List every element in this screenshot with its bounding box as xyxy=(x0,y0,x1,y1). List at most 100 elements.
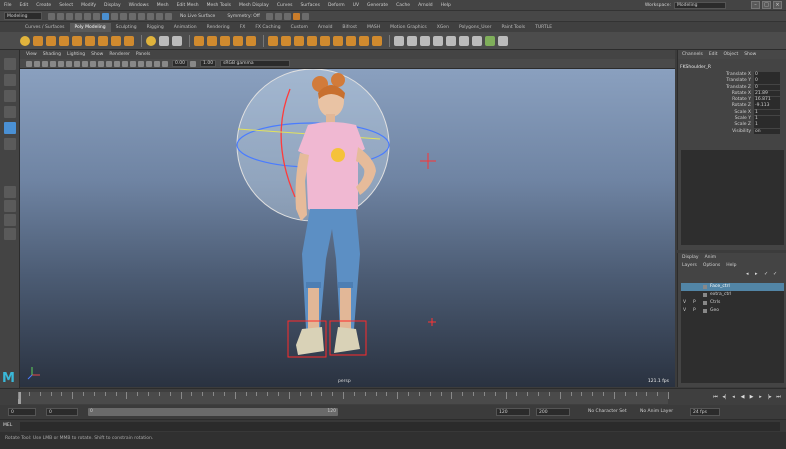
uv-editor-icon[interactable] xyxy=(407,35,417,46)
type-tool-icon[interactable] xyxy=(159,35,169,46)
menu-modify[interactable]: Modify xyxy=(81,3,96,8)
channel-value[interactable]: 1 xyxy=(754,116,780,122)
layer-row[interactable]: Face_ctrl xyxy=(681,283,784,291)
select-object-icon[interactable] xyxy=(102,12,109,20)
step-back-frame-icon[interactable]: ◂ xyxy=(730,394,737,401)
gamma-icon[interactable] xyxy=(190,60,197,67)
select-tool-icon[interactable] xyxy=(4,58,16,70)
menu-edit[interactable]: Edit xyxy=(20,3,29,8)
four-view-icon[interactable] xyxy=(4,200,16,212)
snap-grid-icon[interactable] xyxy=(129,12,136,20)
workspace-select[interactable]: Modeling xyxy=(674,2,726,9)
shelf-tab-arnold[interactable]: Arnold xyxy=(313,23,338,32)
delete-history-icon[interactable] xyxy=(498,35,508,46)
panel-menu-shading[interactable]: Shading xyxy=(43,52,61,57)
layer-visibility[interactable]: V xyxy=(683,307,686,315)
panel-menu-renderer[interactable]: Renderer xyxy=(109,52,130,57)
layer-color-swatch[interactable] xyxy=(703,285,707,289)
shelf-tab-sculpting[interactable]: Sculpting xyxy=(111,23,142,32)
menu-generate[interactable]: Generate xyxy=(367,3,388,8)
render-icon[interactable] xyxy=(274,12,282,20)
animation-start-field[interactable]: 0 xyxy=(8,408,36,416)
panel-menu-view[interactable]: View xyxy=(26,52,37,57)
bookmark-icon[interactable] xyxy=(42,60,48,67)
wireframe-icon[interactable] xyxy=(106,60,112,67)
layer-tab-anim[interactable]: Anim xyxy=(705,255,717,260)
go-to-end-icon[interactable]: ⏭ xyxy=(775,394,782,401)
layer-playback[interactable]: P xyxy=(693,307,696,315)
layer-color-swatch[interactable] xyxy=(703,293,707,297)
move-tool-icon[interactable] xyxy=(4,106,16,118)
cb-menu-edit[interactable]: Edit xyxy=(709,52,718,57)
panel-menu-panels[interactable]: Panels xyxy=(136,52,150,57)
menu-mesh-tools[interactable]: Mesh Tools xyxy=(207,3,231,8)
cb-menu-object[interactable]: Object xyxy=(724,52,739,57)
cut-uv-icon[interactable] xyxy=(485,35,495,46)
grid-icon[interactable] xyxy=(58,60,64,67)
layer-row[interactable]: V P Ctrls xyxy=(681,299,784,307)
shelf-tab-motion-graphics[interactable]: Motion Graphics xyxy=(385,23,432,32)
bridge-icon[interactable] xyxy=(281,35,291,46)
layout-icon[interactable] xyxy=(459,35,469,46)
platonic-icon[interactable] xyxy=(111,35,121,46)
ao-icon[interactable] xyxy=(146,60,152,67)
rotate-tool-icon[interactable] xyxy=(4,122,16,134)
ipr-render-icon[interactable] xyxy=(283,12,291,20)
channel-value[interactable]: 1 xyxy=(754,109,780,116)
textured-icon[interactable] xyxy=(122,60,128,67)
snap-curve-icon[interactable] xyxy=(138,12,145,20)
shelf-tab-bifrost[interactable]: Bifrost xyxy=(337,23,362,32)
playback-end-field[interactable]: 120 xyxy=(496,408,530,416)
selected-object-name[interactable]: FKShoulder_R xyxy=(678,65,786,70)
camera-attributes-icon[interactable] xyxy=(34,60,40,67)
shelf-tab-custom[interactable]: Custom xyxy=(286,23,313,32)
shelf-tab-mash[interactable]: MASH xyxy=(362,23,385,32)
time-slider-track[interactable] xyxy=(18,392,669,404)
separate-icon[interactable] xyxy=(207,35,217,46)
shelf-tab-xgen[interactable]: XGen xyxy=(432,23,454,32)
menu-cache[interactable]: Cache xyxy=(396,3,410,8)
menu-help[interactable]: Help xyxy=(441,3,451,8)
menu-arnold[interactable]: Arnold xyxy=(418,3,433,8)
exposure-field[interactable]: 0.00 xyxy=(172,60,189,67)
menu-mesh-display[interactable]: Mesh Display xyxy=(239,3,269,8)
command-input[interactable] xyxy=(20,422,780,431)
hypershade-icon[interactable] xyxy=(301,12,309,20)
channel-value[interactable]: 0 xyxy=(754,72,780,78)
poly-plane-icon[interactable] xyxy=(85,35,95,46)
channel-value[interactable]: 21.89 xyxy=(754,90,780,97)
combine-icon[interactable] xyxy=(194,35,204,46)
smooth-icon[interactable] xyxy=(220,35,230,46)
menu-curves[interactable]: Curves xyxy=(277,3,293,8)
poly-sphere-icon[interactable] xyxy=(20,35,30,46)
history-icon[interactable] xyxy=(265,12,273,20)
menu-uv[interactable]: UV xyxy=(353,3,359,8)
resolution-gate-icon[interactable] xyxy=(74,60,80,67)
script-language-toggle[interactable]: MEL xyxy=(3,423,12,428)
snap-surface-icon[interactable] xyxy=(165,12,172,20)
unfold-icon[interactable] xyxy=(446,35,456,46)
super-shape-icon[interactable] xyxy=(124,35,134,46)
panel-menu-lighting[interactable]: Lighting xyxy=(67,52,85,57)
channel-value[interactable]: -9.113 xyxy=(754,103,780,110)
time-slider[interactable]: ⏮ ◂| ◂ ◀ ▶ ▸ |▸ ⏭ xyxy=(0,388,786,405)
paint-select-tool-icon[interactable] xyxy=(4,90,16,102)
film-gate-icon[interactable] xyxy=(66,60,72,67)
channel-value[interactable]: 1 xyxy=(754,122,780,128)
shelf-tab-paint-tools[interactable]: Paint Tools xyxy=(496,23,530,32)
maximize-icon[interactable]: □ xyxy=(762,1,771,9)
redo-icon[interactable] xyxy=(84,12,91,20)
step-forward-key-icon[interactable]: |▸ xyxy=(766,394,773,401)
menuset-select[interactable]: Modeling xyxy=(4,12,42,20)
soft-select-icon[interactable] xyxy=(394,35,404,46)
layer-name[interactable]: Ctrls xyxy=(710,299,720,307)
shadows-icon[interactable] xyxy=(138,60,144,67)
gamma-field[interactable]: 1.00 xyxy=(200,60,217,67)
shelf-tab-rigging[interactable]: Rigging xyxy=(142,23,169,32)
shelf-tab-curves-surfaces[interactable]: Curves / Surfaces xyxy=(20,23,70,32)
play-forward-icon[interactable]: ▶ xyxy=(748,394,755,401)
planar-map-icon[interactable] xyxy=(420,35,430,46)
undo-icon[interactable] xyxy=(75,12,82,20)
shelf-tab-fx[interactable]: FX xyxy=(235,23,251,32)
lasso-tool-icon[interactable] xyxy=(4,74,16,86)
